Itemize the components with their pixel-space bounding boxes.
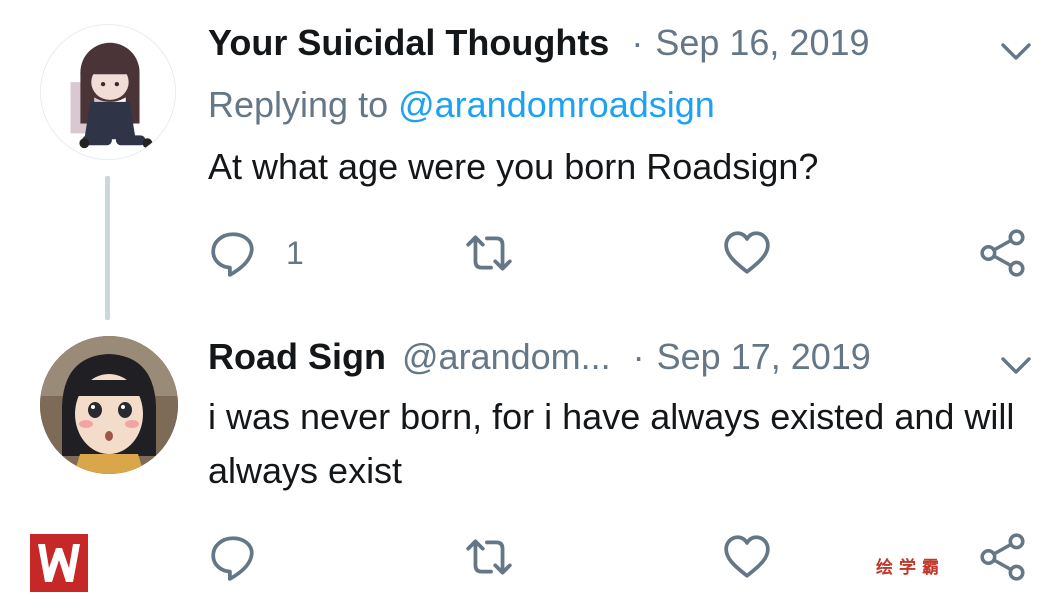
retweet-button[interactable] (464, 532, 514, 582)
share-button[interactable] (978, 532, 1028, 582)
retweet-icon (464, 228, 514, 278)
share-button[interactable] (978, 228, 1028, 278)
reply-button[interactable] (208, 532, 258, 582)
reply-count: 1 (286, 234, 304, 271)
tweet[interactable]: Your Suicidal Thoughts · Sep 16, 2019 Re… (0, 0, 1062, 320)
share-icon (978, 532, 1028, 582)
w-logo-icon (30, 534, 88, 592)
chevron-down-icon[interactable] (1000, 40, 1032, 64)
retweet-icon (464, 532, 514, 582)
tweet-content: Road Sign @arandom... · Sep 17, 2019 i w… (208, 336, 1032, 498)
separator-dot: · (632, 336, 645, 377)
display-name[interactable]: Road Sign (208, 336, 386, 378)
username-handle[interactable]: @arandom... (402, 336, 611, 378)
heart-icon (722, 228, 772, 278)
timestamp[interactable]: Sep 17, 2019 (657, 336, 871, 378)
replying-to-mention[interactable]: @arandomroadsign (398, 84, 715, 125)
like-button[interactable] (722, 532, 772, 582)
tweet-actions: 1 (208, 228, 1032, 278)
replying-to-prefix: Replying to (208, 84, 399, 125)
display-name[interactable]: Your Suicidal Thoughts (208, 22, 609, 64)
avatar-illustration (40, 336, 178, 474)
tweet-text: At what age were you born Roadsign? (208, 146, 819, 187)
timestamp[interactable]: Sep 16, 2019 (655, 22, 869, 64)
tweet-text: i was never born, for i have always exis… (208, 396, 1015, 491)
share-icon (978, 228, 1028, 278)
reply-icon (208, 228, 258, 278)
heart-icon (722, 532, 772, 582)
tweet-header: Road Sign @arandom... · Sep 17, 2019 (208, 336, 1032, 390)
avatar[interactable] (40, 336, 178, 474)
tweet-content: Your Suicidal Thoughts · Sep 16, 2019 Re… (208, 22, 1032, 194)
like-button[interactable] (722, 228, 772, 278)
reply-icon (208, 532, 258, 582)
avatar[interactable] (40, 24, 176, 160)
replying-to-line: Replying to @arandomroadsign (208, 84, 1032, 134)
retweet-button[interactable] (464, 228, 514, 278)
avatar-illustration (41, 25, 175, 159)
thread-connector-line (105, 176, 110, 320)
chevron-down-icon[interactable] (1000, 354, 1032, 378)
separator-dot: · (631, 22, 644, 63)
reply-button[interactable]: 1 (208, 228, 304, 278)
tweet-header: Your Suicidal Thoughts · Sep 16, 2019 (208, 22, 1032, 76)
watermark-text: 绘学霸 (876, 558, 945, 578)
